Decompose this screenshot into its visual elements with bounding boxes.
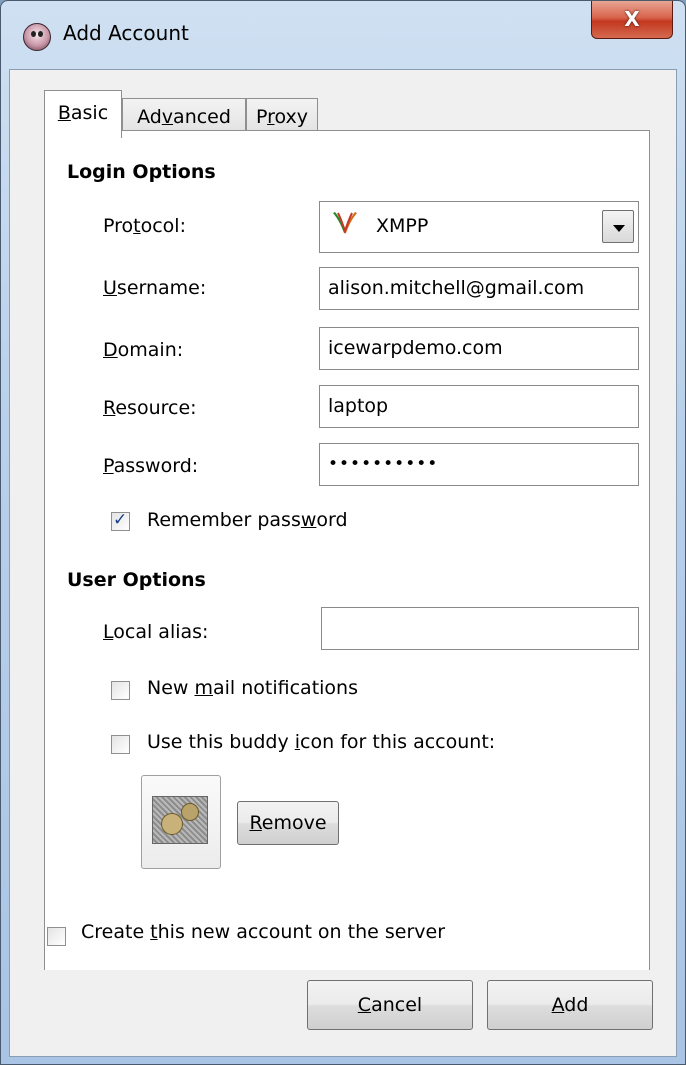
domain-label-rest: omain: — [117, 339, 184, 361]
local-alias-mnemonic: L — [103, 621, 114, 643]
xmpp-protocol-icon — [333, 212, 357, 235]
add-rest: dd — [564, 994, 589, 1016]
protocol-label-text: Pro — [103, 215, 134, 237]
password-label-mnemonic: P — [103, 455, 114, 477]
tab-basic-mnemonic: B — [57, 102, 71, 124]
buddy-icon-checkbox[interactable] — [111, 735, 130, 754]
close-button[interactable]: X — [591, 1, 673, 39]
protocol-value: XMPP — [376, 215, 429, 237]
tab-proxy-label-rest: oxy — [274, 106, 309, 128]
remove-button[interactable]: Remove — [237, 801, 339, 845]
domain-label-mnemonic: D — [103, 339, 118, 361]
remember-password-text: Remember pass — [147, 509, 301, 531]
pidgin-app-icon — [23, 23, 51, 51]
domain-label: Domain: — [103, 339, 183, 361]
cancel-mnemonic: C — [357, 994, 372, 1016]
protocol-label-rest: ocol: — [140, 215, 186, 237]
buddy-image-icon — [152, 796, 208, 844]
chevron-down-icon[interactable] — [602, 210, 634, 243]
tab-proxy-mnemonic: r — [267, 106, 275, 128]
resource-label-rest: esource: — [115, 397, 197, 419]
buddy-icon-rest: con for this account: — [300, 731, 496, 753]
new-mail-mnemonic: m — [194, 677, 213, 699]
create-account-text: Create — [81, 921, 151, 943]
user-options-heading: User Options — [67, 569, 206, 591]
local-alias-input[interactable] — [321, 607, 639, 650]
remove-mnemonic: R — [249, 812, 262, 834]
add-button[interactable]: Add — [487, 980, 653, 1030]
password-label: Password: — [103, 455, 198, 477]
add-account-window: Add Account X Basic Advanced Proxy Login… — [0, 0, 686, 1065]
username-label: Username: — [103, 277, 206, 299]
tab-advanced-label-rest: anced — [173, 106, 231, 128]
window-title: Add Account — [63, 21, 189, 45]
remember-password-mnemonic: w — [300, 509, 317, 531]
protocol-select[interactable]: XMPP — [319, 201, 639, 253]
tab-proxy-label: P — [255, 106, 268, 128]
resource-input[interactable]: laptop — [319, 385, 639, 428]
protocol-label: Protocol: — [103, 215, 186, 237]
remove-rest: emove — [261, 812, 327, 834]
login-options-heading: Login Options — [67, 161, 216, 183]
username-label-mnemonic: U — [103, 277, 117, 299]
cancel-button[interactable]: Cancel — [307, 980, 473, 1030]
username-label-rest: sername: — [116, 277, 207, 299]
resource-label-mnemonic: R — [103, 397, 116, 419]
new-mail-notifications-checkbox[interactable] — [111, 681, 130, 700]
tab-basic[interactable]: Basic — [44, 90, 122, 138]
add-mnemonic: A — [551, 994, 565, 1016]
password-label-rest: assword: — [113, 455, 199, 477]
cancel-rest: ancel — [371, 994, 423, 1016]
create-account-rest: his new account on the server — [157, 921, 445, 943]
local-alias-label: Local alias: — [103, 621, 208, 643]
remember-password-label[interactable]: Remember password — [147, 509, 348, 531]
domain-input[interactable]: icewarpdemo.com — [319, 327, 639, 370]
username-input[interactable]: alison.mitchell@gmail.com — [319, 267, 639, 310]
new-mail-rest: ail notifications — [213, 677, 358, 699]
title-bar[interactable]: Add Account X — [1, 1, 686, 69]
protocol-label-mnemonic: t — [133, 215, 141, 237]
basic-tab-panel — [44, 130, 650, 970]
create-account-checkbox[interactable] — [47, 927, 66, 946]
create-account-mnemonic: t — [150, 921, 158, 943]
new-mail-notifications-label[interactable]: New mail notifications — [147, 677, 358, 699]
tab-advanced-label: Ad — [137, 106, 162, 128]
buddy-icon-text: Use this buddy — [147, 731, 295, 753]
local-alias-rest: ocal alias: — [113, 621, 209, 643]
create-account-label[interactable]: Create this new account on the server — [81, 921, 445, 943]
new-mail-text: New — [147, 677, 195, 699]
tab-basic-label-rest: asic — [70, 102, 109, 124]
remember-password-rest: ord — [316, 509, 348, 531]
buddy-icon-picker[interactable] — [141, 775, 221, 869]
resource-label: Resource: — [103, 397, 197, 419]
tab-advanced-mnemonic: v — [161, 106, 174, 128]
remember-password-checkbox[interactable] — [111, 510, 130, 531]
password-input[interactable]: •••••••••• — [319, 443, 639, 486]
buddy-icon-label[interactable]: Use this buddy icon for this account: — [147, 731, 495, 753]
